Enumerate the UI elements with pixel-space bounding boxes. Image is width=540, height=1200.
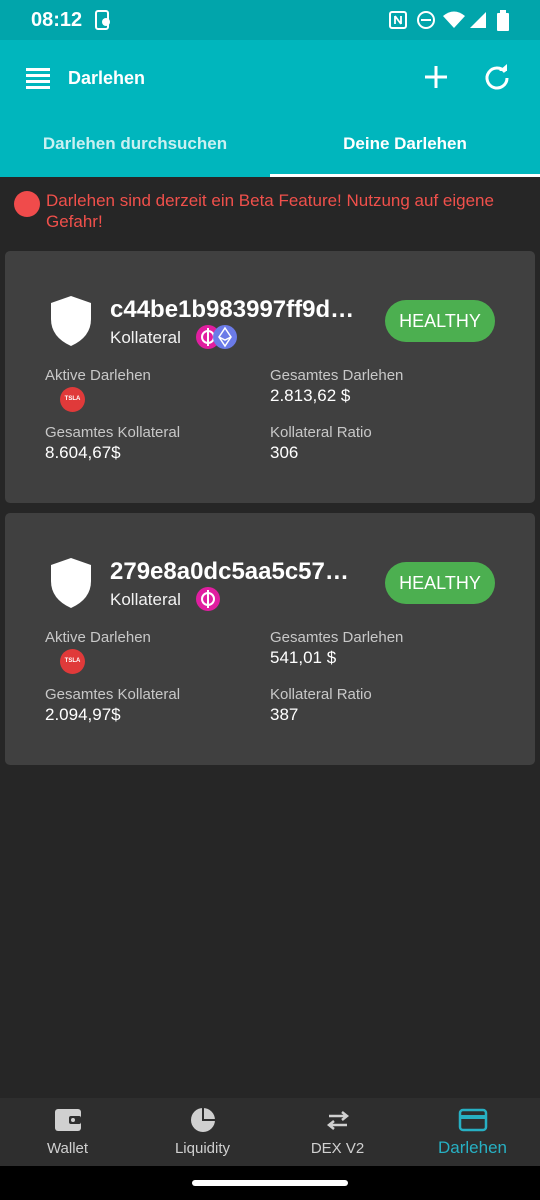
total-collateral-value: 2.094,97$	[45, 705, 121, 724]
shield-icon	[51, 296, 91, 346]
refresh-icon[interactable]	[483, 63, 511, 91]
total-loan-value: 541,01 $	[270, 648, 337, 667]
bottom-nav: Wallet Liquidity DEX V2 Darlehen	[0, 1098, 540, 1166]
active-tab-indicator	[270, 174, 540, 177]
nav-label: Liquidity	[174, 1140, 231, 1157]
nfc-icon	[389, 11, 407, 29]
tsla-token-icon: TSLA	[60, 387, 85, 412]
dfi-token-icon	[196, 587, 220, 611]
warning-dot-icon	[14, 191, 40, 217]
swap-arrows-icon	[326, 1111, 350, 1130]
app-bar: Darlehen Darlehen durchsuchen Deine Darl…	[0, 40, 540, 177]
nav-label: Darlehen	[438, 1138, 507, 1157]
total-collateral-label: Gesamtes Kollateral	[45, 424, 181, 441]
vault-id: 279e8a0dc5aa5c57…	[110, 558, 349, 585]
total-collateral-label: Gesamtes Kollateral	[45, 686, 181, 703]
nav-wallet[interactable]: Wallet	[0, 1098, 135, 1166]
status-badge: HEALTHY	[385, 300, 495, 342]
active-loans-label: Aktive Darlehen	[45, 629, 151, 646]
home-indicator[interactable]	[192, 1180, 348, 1186]
tab-my-loans[interactable]: Deine Darlehen	[270, 134, 540, 177]
beta-warning: Darlehen sind derzeit ein Beta Feature! …	[14, 190, 529, 232]
collateral-label: Kollateral	[110, 590, 181, 609]
collateral-ratio-label: Kollateral Ratio	[270, 686, 372, 703]
wallet-icon	[55, 1109, 81, 1131]
collateral-ratio-value: 306	[270, 443, 299, 462]
menu-icon[interactable]	[26, 67, 50, 89]
tab-browse-loans[interactable]: Darlehen durchsuchen	[0, 134, 270, 177]
shield-icon	[51, 558, 91, 608]
collateral-tokens	[196, 325, 237, 349]
total-loan-value: 2.813,62 $	[270, 386, 351, 405]
vault-id: c44be1b983997ff9d…	[110, 296, 355, 323]
nav-dex[interactable]: DEX V2	[270, 1098, 405, 1166]
pie-chart-icon	[191, 1108, 215, 1132]
total-collateral-value: 8.604,67$	[45, 443, 121, 462]
loan-card[interactable]: 279e8a0dc5aa5c57… Kollateral HEALTHY Akt…	[5, 513, 535, 765]
gesture-bar	[0, 1166, 540, 1200]
collateral-ratio-label: Kollateral Ratio	[270, 424, 372, 441]
eth-token-icon	[213, 325, 237, 349]
do-not-disturb-icon	[417, 11, 435, 29]
status-badge: HEALTHY	[385, 562, 495, 604]
add-icon[interactable]	[422, 63, 450, 91]
nav-label: Wallet	[46, 1140, 89, 1157]
nav-loans[interactable]: Darlehen	[405, 1098, 540, 1166]
active-loans-label: Aktive Darlehen	[45, 367, 151, 384]
total-loan-label: Gesamtes Darlehen	[270, 367, 404, 384]
total-loan-label: Gesamtes Darlehen	[270, 629, 404, 646]
nav-liquidity[interactable]: Liquidity	[135, 1098, 270, 1166]
warning-text: Darlehen sind derzeit ein Beta Feature! …	[46, 191, 494, 231]
status-bar: 08:12	[0, 0, 540, 40]
wifi-icon	[443, 11, 465, 28]
collateral-label: Kollateral	[110, 328, 181, 347]
page-title: Darlehen	[68, 68, 146, 88]
loan-card[interactable]: c44be1b983997ff9d… Kollateral HEALTHY Ak…	[5, 251, 535, 503]
tsla-token-icon: TSLA	[60, 649, 85, 674]
status-time: 08:12	[31, 9, 83, 31]
card-icon	[458, 1108, 488, 1132]
signal-icon	[470, 12, 486, 28]
battery-icon	[497, 10, 509, 31]
nav-label: DEX V2	[310, 1140, 365, 1157]
collateral-ratio-value: 387	[270, 705, 299, 724]
screen-record-icon	[95, 10, 110, 30]
collateral-tokens	[196, 587, 220, 611]
